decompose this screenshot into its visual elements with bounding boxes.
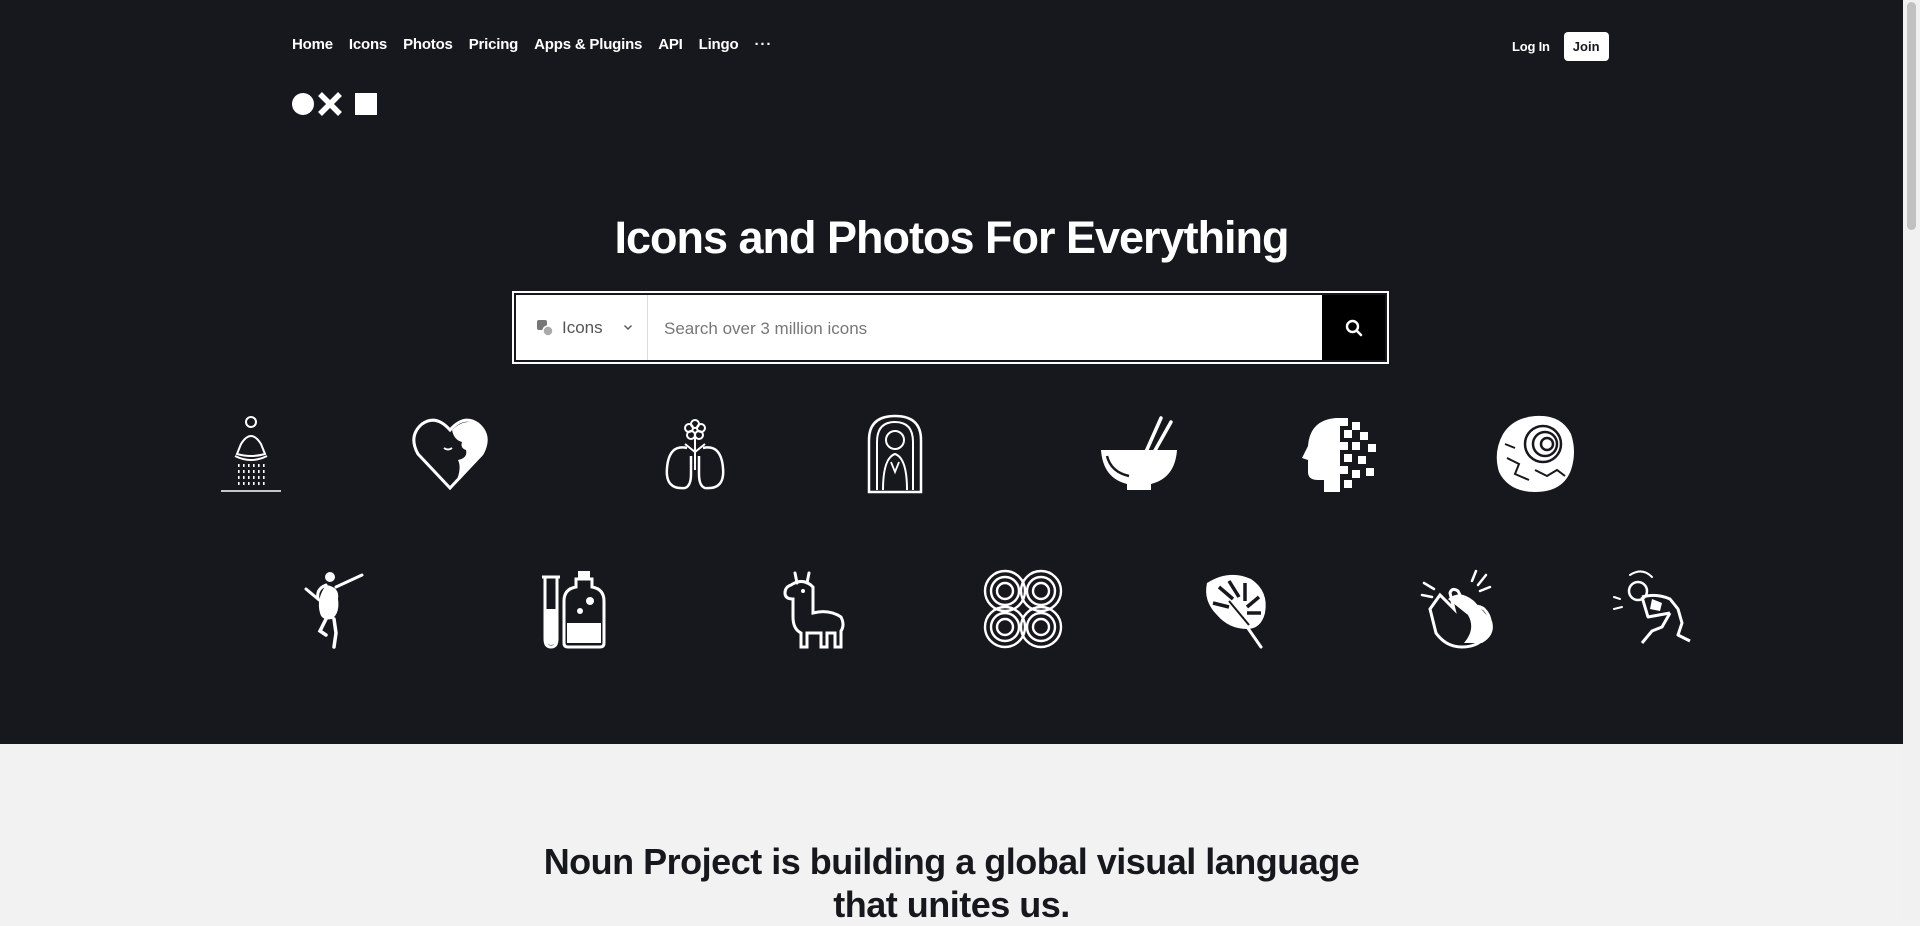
spiral-knot-icon[interactable]	[983, 569, 1063, 649]
ammonite-fossil-icon-graphic	[1496, 415, 1574, 492]
meditating-person-icon[interactable]	[211, 414, 291, 494]
search-bar: Icons	[512, 291, 1389, 364]
dancer-icon-graphic	[304, 572, 364, 649]
meditating-person-icon-graphic	[221, 416, 281, 492]
main-nav: Home Icons Photos Pricing Apps & Plugins…	[292, 36, 772, 53]
bowl-chopsticks-icon-graphic	[1101, 416, 1177, 490]
pixel-head-icon-graphic	[1302, 418, 1376, 492]
pixel-head-icon[interactable]	[1300, 414, 1380, 494]
hero-section: Home Icons Photos Pricing Apps & Plugins…	[0, 0, 1903, 744]
nav-pricing[interactable]: Pricing	[469, 36, 519, 53]
clapping-hands-icon[interactable]	[1420, 569, 1500, 649]
llama-icon-graphic	[783, 571, 845, 649]
mission-statement: Noun Project is building a global visual…	[0, 840, 1903, 926]
monstera-leaf-icon-graphic	[1206, 574, 1266, 649]
search-input[interactable]	[662, 295, 1236, 362]
login-link[interactable]: Log In	[1512, 39, 1550, 54]
nav-icons[interactable]: Icons	[349, 36, 387, 53]
flower-lungs-icon-graphic	[665, 419, 725, 490]
heart-face-icon-graphic	[412, 418, 488, 491]
woman-portrait-icon-graphic	[867, 414, 923, 494]
nav-lingo[interactable]: Lingo	[699, 36, 739, 53]
auth-area: Log In Join	[1512, 32, 1609, 61]
test-tube-bottle-icon[interactable]	[534, 569, 614, 649]
nav-api[interactable]: API	[658, 36, 683, 53]
stretching-person-icon-graphic	[1613, 570, 1691, 644]
dancer-icon[interactable]	[296, 569, 376, 649]
mission-line-2: that unites us.	[833, 884, 1070, 925]
ammonite-fossil-icon[interactable]	[1495, 414, 1575, 494]
noun-project-logo[interactable]	[292, 92, 378, 121]
search-icon	[1345, 319, 1362, 336]
llama-icon[interactable]	[773, 569, 853, 649]
search-type-label: Icons	[562, 317, 603, 337]
stretching-person-icon[interactable]	[1612, 569, 1692, 649]
nav-apps-plugins[interactable]: Apps & Plugins	[534, 36, 642, 53]
nav-more-button[interactable]: ···	[754, 36, 772, 53]
hero-title: Icons and Photos For Everything	[614, 212, 1289, 263]
woman-portrait-icon[interactable]	[855, 414, 935, 494]
search-type-select[interactable]: Icons	[516, 295, 648, 360]
nav-photos[interactable]: Photos	[403, 36, 453, 53]
search-button[interactable]	[1322, 295, 1385, 360]
logo-icon	[292, 92, 377, 116]
clapping-hands-icon-graphic	[1420, 569, 1493, 649]
join-button[interactable]: Join	[1563, 32, 1609, 61]
heart-face-icon[interactable]	[410, 414, 490, 494]
spiral-knot-icon-graphic	[983, 569, 1063, 649]
scrollbar-thumb[interactable]	[1907, 2, 1916, 230]
test-tube-bottle-icon-graphic	[542, 571, 606, 649]
icons-type-icon	[537, 319, 554, 337]
nav-home[interactable]: Home	[292, 36, 333, 53]
bowl-chopsticks-icon[interactable]	[1099, 414, 1179, 494]
monstera-leaf-icon[interactable]	[1199, 569, 1279, 649]
page-scrollbar[interactable]	[1903, 0, 1920, 921]
chevron-down-icon	[624, 325, 632, 330]
mission-line-1: Noun Project is building a global visual…	[543, 841, 1360, 882]
flower-lungs-icon[interactable]	[655, 414, 735, 494]
